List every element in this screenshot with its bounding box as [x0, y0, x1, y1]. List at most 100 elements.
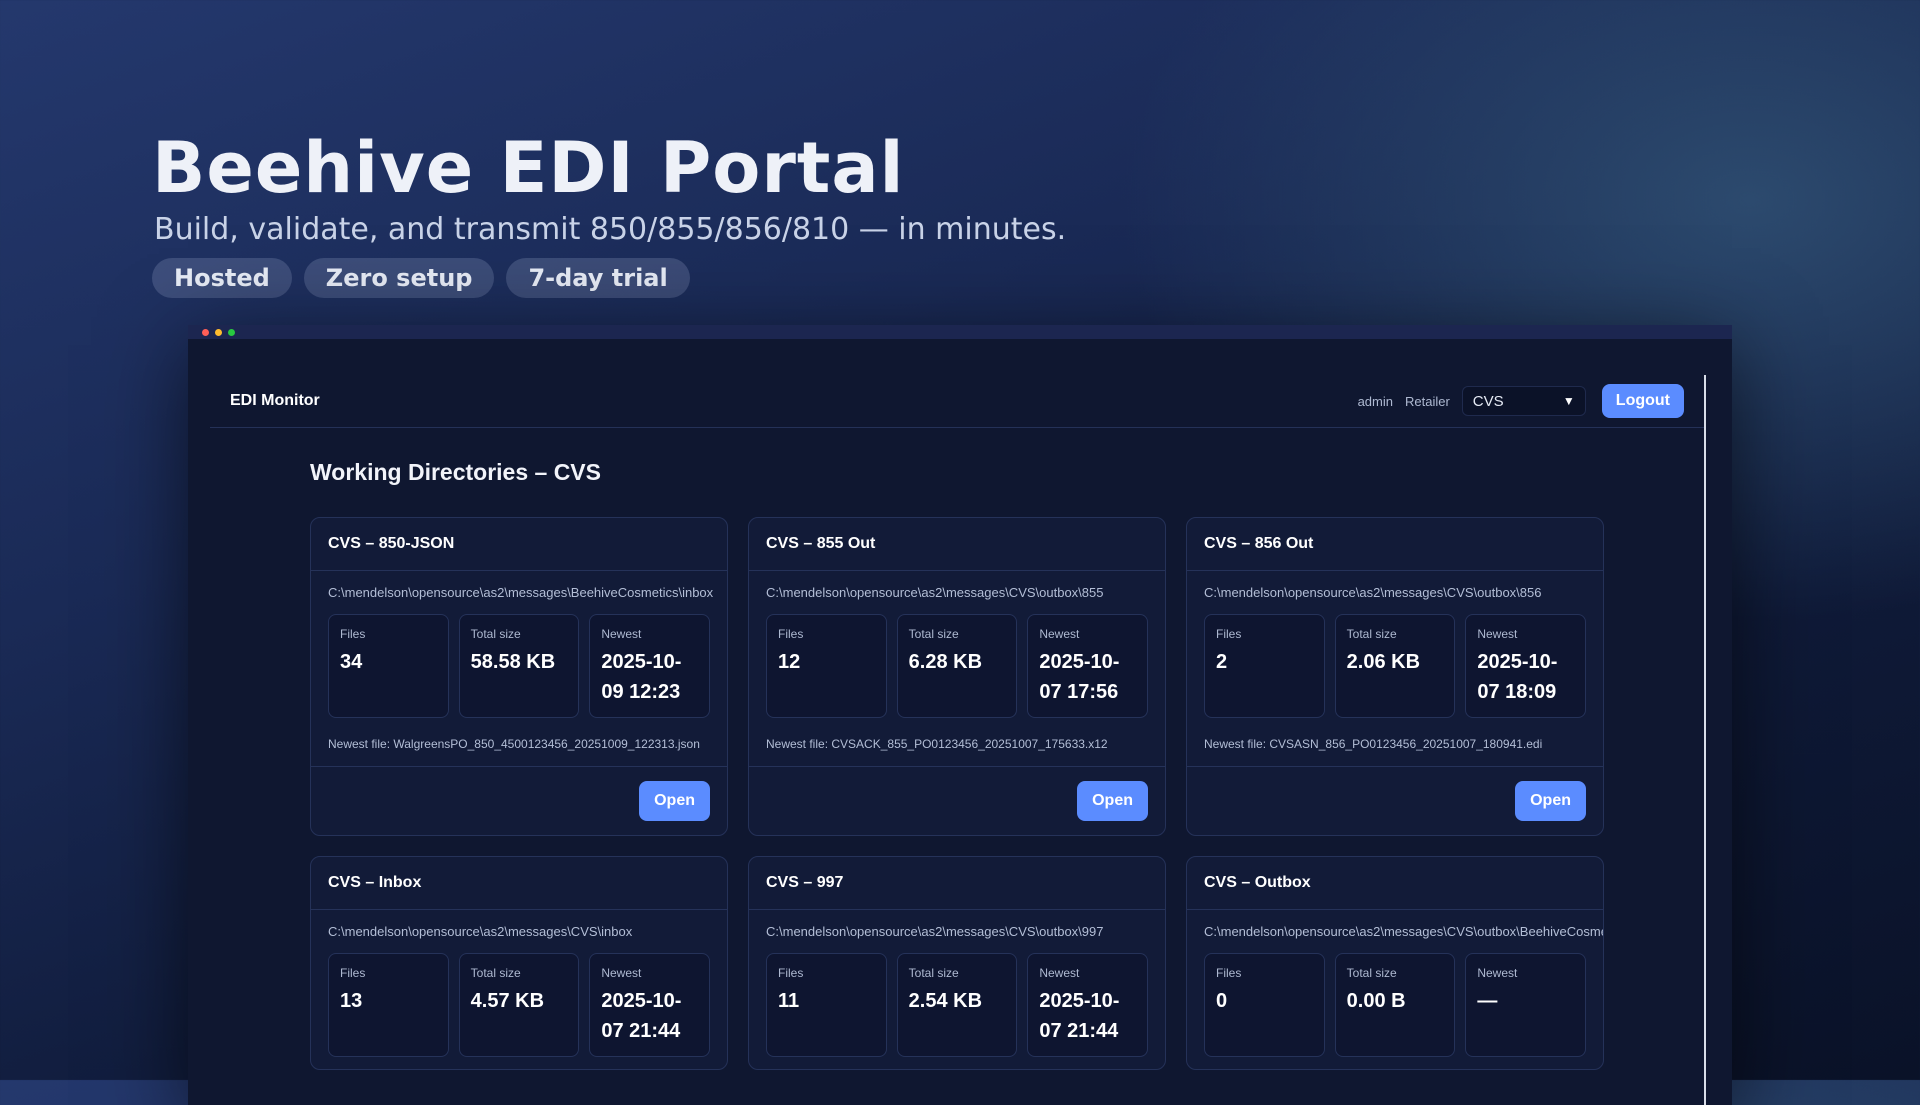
files-count: 11	[778, 990, 800, 1012]
newest-file-label: Newest file:	[1204, 737, 1267, 751]
newest-timestamp: 2025-10-07 21:44	[1039, 990, 1120, 1042]
chip-hosted: Hosted	[152, 258, 292, 298]
files-count: 12	[778, 651, 801, 673]
open-button[interactable]: Open	[1077, 781, 1148, 821]
files-stat: Files 11	[766, 953, 887, 1057]
newest-stat: Newest 2025-10-07 18:09	[1465, 614, 1587, 718]
open-button[interactable]: Open	[1515, 781, 1586, 821]
files-label: Files	[778, 627, 804, 641]
newest-stat: Newest 2025-10-09 12:23	[589, 614, 711, 718]
newest-label: Newest	[601, 627, 642, 641]
brand[interactable]: EDI Monitor	[230, 392, 320, 410]
card-title: CVS – 850-JSON	[311, 518, 727, 571]
newest-file: Newest file: CVSACK_855_PO0123456_202510…	[766, 734, 1148, 754]
newest-label: Newest	[1039, 966, 1080, 980]
directory-card: CVS – Outbox C:\mendelson\opensource\as2…	[1186, 856, 1604, 1070]
card-stats: Files 11 Total size 2.54 KB Newest 2025-…	[766, 953, 1149, 1057]
directory-card: CVS – 855 Out C:\mendelson\opensource\as…	[748, 517, 1166, 836]
size-label: Total size	[470, 966, 521, 980]
size-stat: Total size 2.54 KB	[896, 953, 1018, 1057]
app-viewport: EDI Monitor admin Retailer CVS ▼ Logout …	[210, 375, 1706, 1105]
size-label: Total size	[908, 966, 959, 980]
newest-file-name: CVSASN_856_PO0123456_20251007_180941.edi	[1269, 737, 1543, 751]
newest-file: Newest file: WalgreensPO_850_4500123456_…	[328, 734, 710, 754]
newest-stat: Newest 2025-10-07 21:44	[589, 953, 711, 1057]
directory-path: C:\mendelson\opensource\as2\messages\Bee…	[328, 585, 714, 600]
total-size: 2.06 KB	[1346, 651, 1421, 673]
open-button[interactable]: Open	[639, 781, 710, 821]
card-body: C:\mendelson\opensource\as2\messages\CVS…	[1187, 910, 1603, 1069]
total-size: 6.28 KB	[908, 651, 983, 673]
card-title: CVS – 855 Out	[749, 518, 1165, 571]
files-label: Files	[1216, 627, 1242, 641]
browser-window: EDI Monitor admin Retailer CVS ▼ Logout …	[188, 325, 1732, 1105]
newest-file-name: CVSACK_855_PO0123456_20251007_175633.x12	[831, 737, 1108, 751]
size-label: Total size	[1346, 966, 1397, 980]
size-label: Total size	[470, 627, 521, 641]
size-stat: Total size 4.57 KB	[458, 953, 580, 1057]
files-stat: Files 0	[1204, 953, 1325, 1057]
chip-trial: 7-day trial	[506, 258, 690, 298]
newest-stat: Newest 2025-10-07 21:44	[1027, 953, 1149, 1057]
retailer-select[interactable]: CVS ▼	[1461, 386, 1586, 416]
newest-label: Newest	[1039, 627, 1080, 641]
total-size: 2.54 KB	[908, 990, 983, 1012]
directory-path: C:\mendelson\opensource\as2\messages\CVS…	[766, 585, 1104, 600]
retailer-label: Retailer	[1405, 393, 1450, 409]
chevron-down-icon: ▼	[1562, 394, 1575, 408]
username: admin	[1357, 393, 1393, 409]
newest-timestamp: —	[1477, 990, 1498, 1012]
directory-card: CVS – 997 C:\mendelson\opensource\as2\me…	[748, 856, 1166, 1070]
card-stats: Files 0 Total size 0.00 B Newest —	[1204, 953, 1587, 1057]
card-stats: Files 13 Total size 4.57 KB Newest 2025-…	[328, 953, 711, 1057]
window-titlebar	[188, 325, 1732, 339]
card-footer: Open	[749, 766, 1165, 835]
card-body: C:\mendelson\opensource\as2\messages\Bee…	[311, 571, 727, 766]
newest-file-label: Newest file:	[766, 737, 829, 751]
files-label: Files	[1216, 966, 1242, 980]
retailer-select-value: CVS	[1472, 392, 1504, 410]
maximize-dot[interactable]	[228, 328, 235, 336]
directory-path: C:\mendelson\opensource\as2\messages\CVS…	[328, 924, 633, 939]
card-stats: Files 2 Total size 2.06 KB Newest 2025-1…	[1204, 614, 1587, 718]
card-body: C:\mendelson\opensource\as2\messages\CVS…	[749, 910, 1165, 1069]
total-size: 0.00 B	[1346, 990, 1406, 1012]
page-title: Working Directories – CVS	[310, 459, 601, 485]
minimize-dot[interactable]	[215, 328, 222, 336]
logout-button[interactable]: Logout	[1601, 384, 1684, 418]
files-stat: Files 12	[766, 614, 887, 718]
close-dot[interactable]	[202, 328, 209, 336]
card-stats: Files 34 Total size 58.58 KB Newest 2025…	[328, 614, 711, 718]
size-label: Total size	[1346, 627, 1397, 641]
hero: Beehive EDI Portal Build, validate, and …	[152, 128, 1066, 298]
navbar: EDI Monitor admin Retailer CVS ▼ Logout	[210, 375, 1704, 428]
files-stat: Files 2	[1204, 614, 1325, 718]
newest-label: Newest	[1477, 966, 1518, 980]
directory-grid: CVS – 850-JSON C:\mendelson\opensource\a…	[310, 517, 1604, 1070]
card-body: C:\mendelson\opensource\as2\messages\CVS…	[749, 571, 1165, 766]
files-stat: Files 13	[328, 953, 449, 1057]
files-label: Files	[778, 966, 804, 980]
navbar-right: admin Retailer CVS ▼ Logout	[1358, 384, 1684, 418]
card-body: C:\mendelson\opensource\as2\messages\CVS…	[311, 910, 727, 1069]
newest-stat: Newest —	[1465, 953, 1587, 1057]
newest-stat: Newest 2025-10-07 17:56	[1027, 614, 1149, 718]
card-title: CVS – Outbox	[1187, 857, 1603, 910]
size-label: Total size	[908, 627, 959, 641]
card-footer: Open	[1187, 766, 1603, 835]
size-stat: Total size 2.06 KB	[1334, 614, 1456, 718]
directory-card: CVS – 856 Out C:\mendelson\opensource\as…	[1186, 517, 1604, 836]
total-size: 4.57 KB	[470, 990, 545, 1012]
files-count: 2	[1216, 651, 1228, 673]
hero-title: Beehive EDI Portal	[152, 127, 905, 209]
newest-timestamp: 2025-10-07 18:09	[1477, 651, 1558, 703]
newest-file: Newest file: CVSASN_856_PO0123456_202510…	[1204, 734, 1586, 754]
files-count: 0	[1216, 990, 1228, 1012]
directory-path: C:\mendelson\opensource\as2\messages\CVS…	[1204, 924, 1604, 939]
card-body: C:\mendelson\opensource\as2\messages\CVS…	[1187, 571, 1603, 766]
size-stat: Total size 6.28 KB	[896, 614, 1018, 718]
card-footer: Open	[311, 766, 727, 835]
newest-file-name: WalgreensPO_850_4500123456_20251009_1223…	[393, 737, 700, 751]
total-size: 58.58 KB	[470, 651, 556, 673]
newest-timestamp: 2025-10-07 17:56	[1039, 651, 1120, 703]
